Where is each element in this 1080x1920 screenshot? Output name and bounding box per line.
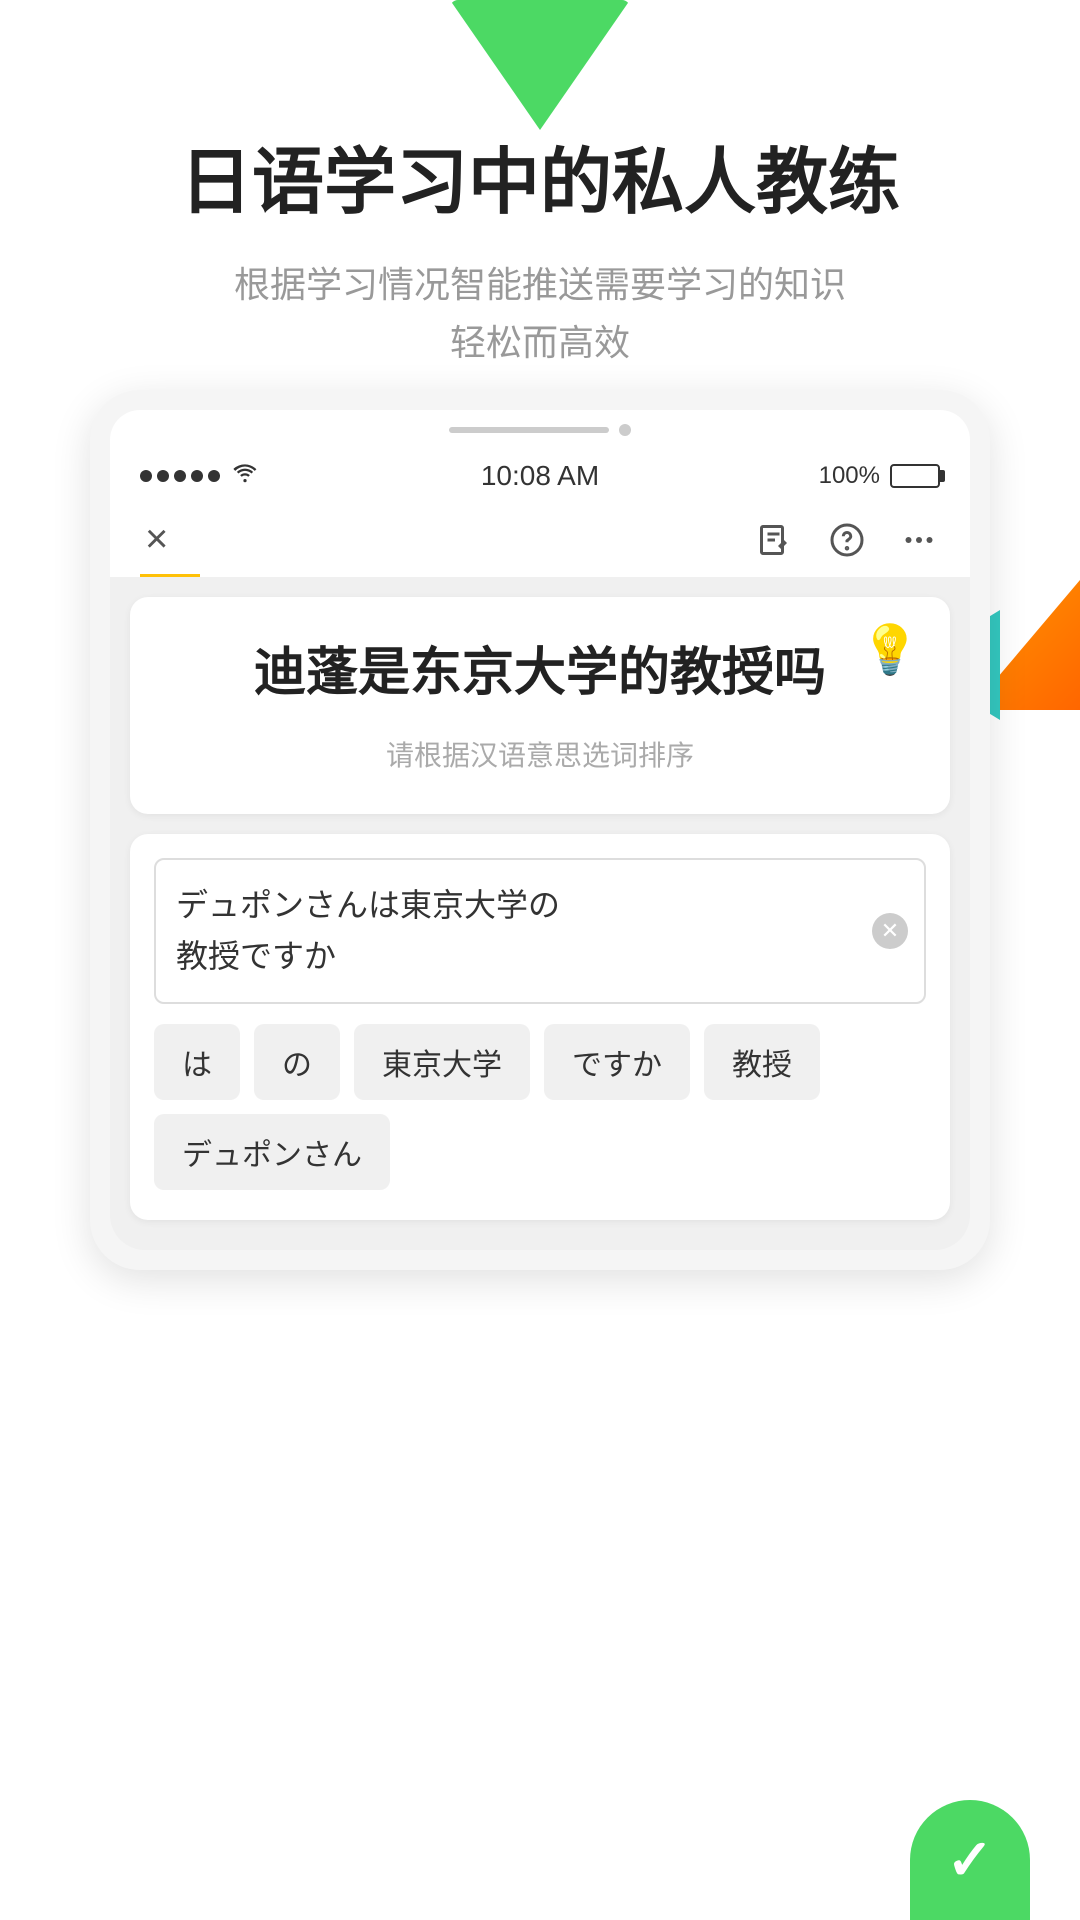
signal-dot-2 (157, 470, 169, 482)
sub-title: 根据学习情况智能推送需要学习的知识 轻松而高效 (60, 256, 1020, 371)
clear-answer-button[interactable]: ✕ (872, 913, 908, 949)
word-chip-3[interactable]: 東京大学 (354, 1024, 530, 1100)
nav-bar: × (110, 502, 970, 577)
battery-icon (890, 464, 940, 488)
nav-icons (754, 519, 940, 561)
answer-card: デュポンさんは東京大学の 教授ですか ✕ はの東京大学ですか教授デュポンさん (130, 834, 950, 1220)
wifi-icon (232, 463, 258, 489)
sub-title-line2: 轻松而高效 (450, 322, 630, 363)
question-text: 迪蓬是东京大学的教授吗 (170, 637, 910, 710)
hint-bulb-icon[interactable]: 💡 (860, 621, 920, 678)
status-time: 10:08 AM (481, 460, 599, 492)
answer-input-area[interactable]: デュポンさんは東京大学の 教授ですか ✕ (154, 858, 926, 1004)
answer-line2: 教授ですか (176, 938, 336, 974)
status-left (140, 463, 258, 489)
answer-line1: デュポンさんは東京大学の (176, 887, 560, 923)
word-chip-2[interactable]: の (254, 1024, 340, 1100)
scroll-bar (449, 427, 609, 433)
battery-percent: 100% (819, 462, 880, 490)
word-chip-4[interactable]: ですか (544, 1024, 690, 1100)
signal-dot-4 (191, 470, 203, 482)
top-triangle-decoration (450, 0, 630, 130)
answer-text: デュポンさんは東京大学の 教授ですか (176, 880, 874, 982)
more-options-icon[interactable] (898, 519, 940, 561)
word-chip-5[interactable]: 教授 (704, 1024, 820, 1100)
help-icon[interactable] (826, 519, 868, 561)
main-title: 日语学习中的私人教练 (60, 140, 1020, 226)
status-bar: 10:08 AM 100% (110, 444, 970, 502)
close-button[interactable]: × (140, 512, 173, 567)
phone-content: 💡 迪蓬是东京大学的教授吗 请根据汉语意思选词排序 デュポンさんは東京大学の 教… (110, 577, 970, 1250)
status-right: 100% (819, 462, 940, 490)
question-hint: 请根据汉语意思选词排序 (170, 734, 910, 774)
signal-dot-1 (140, 470, 152, 482)
scroll-indicator (110, 410, 970, 444)
phone-mockup: 10:08 AM 100% × (90, 390, 990, 1270)
scroll-dot (619, 424, 631, 436)
signal-dot-5 (208, 470, 220, 482)
word-chip-6[interactable]: デュポンさん (154, 1114, 390, 1190)
word-chips-container: はの東京大学ですか教授デュポンさん (154, 1024, 926, 1190)
bottom-check-circle (910, 1800, 1030, 1920)
edit-icon[interactable] (754, 519, 796, 561)
title-section: 日语学习中的私人教练 根据学习情况智能推送需要学习的知识 轻松而高效 (0, 140, 1080, 372)
question-card: 💡 迪蓬是东京大学的教授吗 请根据汉语意思选词排序 (130, 597, 950, 814)
signal-dot-3 (174, 470, 186, 482)
signal-dots (140, 470, 220, 482)
sub-title-line1: 根据学习情况智能推送需要学习的知识 (234, 264, 846, 305)
word-chip-1[interactable]: は (154, 1024, 240, 1100)
